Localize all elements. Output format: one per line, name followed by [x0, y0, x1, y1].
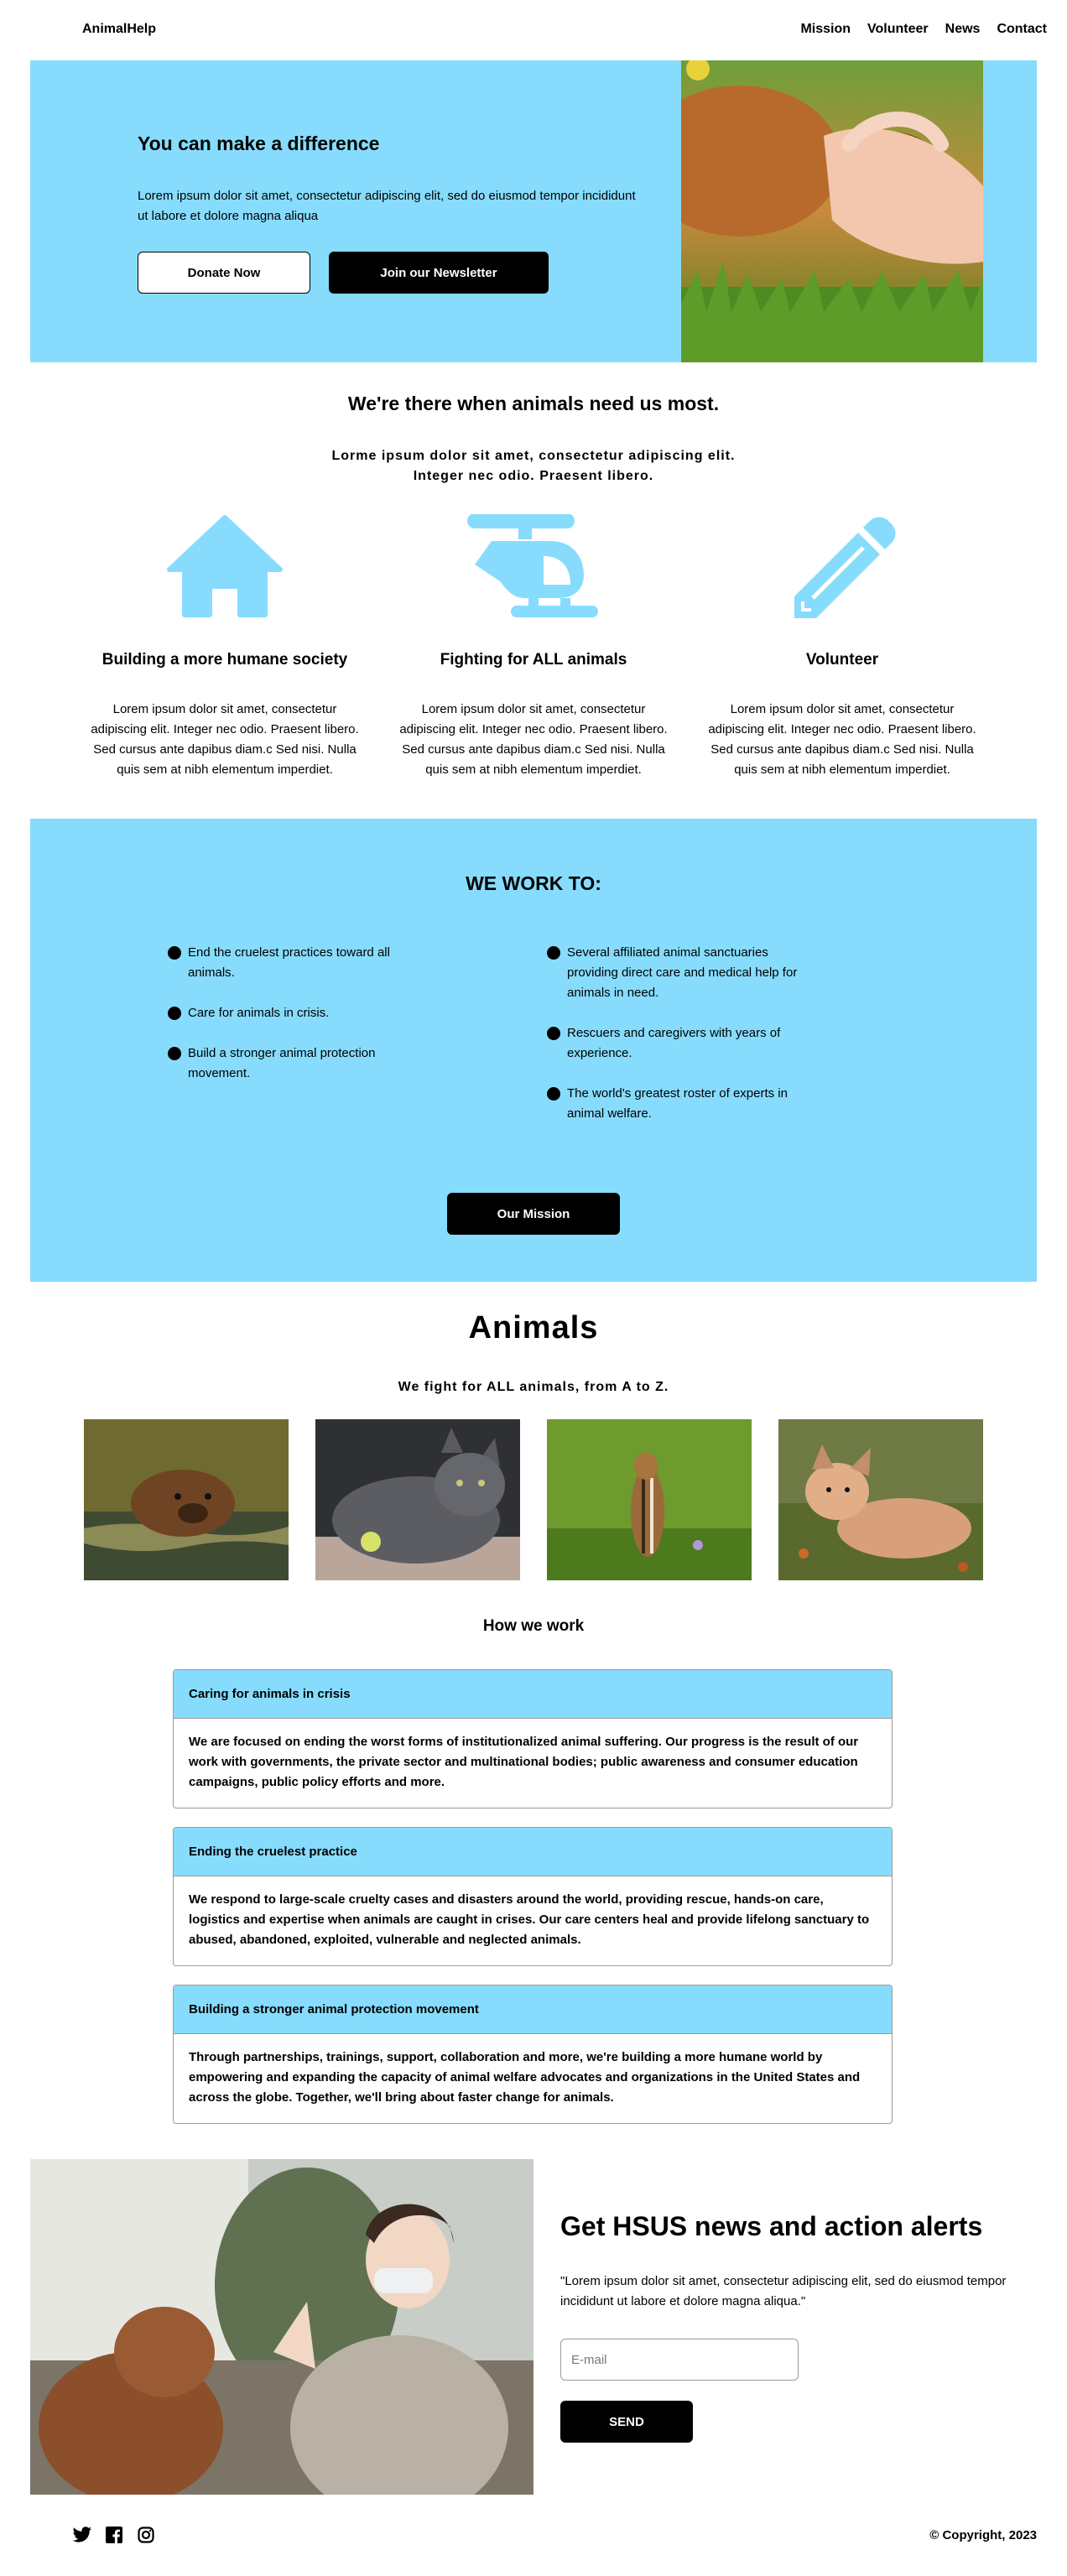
nav-link-mission[interactable]: Mission — [800, 22, 851, 37]
newsletter-button[interactable]: Join our Newsletter — [329, 252, 549, 294]
dog-photo[interactable] — [778, 1419, 983, 1580]
house-icon — [82, 512, 367, 621]
copyright-text: © Copyright, 2023 — [929, 2528, 1037, 2542]
feature-card-volunteer: Volunteer Lorem ipsum dolor sit amet, co… — [700, 512, 985, 780]
we-work-to-section: WE WORK TO: End the cruelest practices t… — [30, 819, 1037, 1282]
bullet-icon — [547, 1027, 560, 1040]
work-list-left: End the cruelest practices toward all an… — [168, 943, 419, 1104]
hero-title: You can make a difference — [138, 133, 380, 154]
feature-card-humane-society: Building a more humane society Lorem ips… — [82, 512, 367, 780]
hero-image-hand-and-paw — [681, 60, 983, 362]
how-we-work-title: How we work — [482, 1617, 585, 1635]
logo[interactable]: AnimalHelp — [82, 22, 156, 37]
helicopter-icon — [391, 512, 676, 621]
accordion-header[interactable]: Building a stronger animal protection mo… — [174, 1985, 892, 2034]
pencil-icon — [700, 512, 985, 621]
instagram-icon[interactable] — [136, 2525, 156, 2545]
chipmunk-photo[interactable] — [547, 1419, 752, 1580]
facebook-icon[interactable] — [104, 2525, 124, 2545]
nav-links: Mission Volunteer News Contact — [800, 22, 1047, 37]
bullet-icon — [168, 1007, 181, 1020]
list-item: Care for animals in crisis. — [168, 1003, 419, 1023]
bullet-icon — [547, 1087, 560, 1101]
accordion-body: Through partnerships, trainings, support… — [189, 2050, 861, 2105]
email-field[interactable] — [560, 2339, 799, 2381]
accordion-item: Caring for animals in crisis We are focu… — [173, 1669, 893, 1808]
feature-text: Lorem ipsum dolor sit amet, consectetur … — [399, 702, 668, 777]
our-mission-button[interactable]: Our Mission — [447, 1193, 620, 1235]
accordion-body: We respond to large-scale cruelty cases … — [189, 1892, 870, 1947]
list-item: Build a stronger animal protection movem… — [168, 1043, 419, 1084]
beaver-photo[interactable] — [84, 1419, 289, 1580]
intro-title: We're there when animals need us most. — [347, 393, 720, 414]
bullet-icon — [168, 1047, 181, 1060]
intro-subtitle-line2: Integer nec odio. Praesent libero. — [413, 469, 654, 483]
accordion-item: Ending the cruelest practice We respond … — [173, 1827, 893, 1966]
news-title: Get HSUS news and action alerts — [560, 2211, 983, 2241]
hero-banner: You can make a difference Lorem ipsum do… — [30, 60, 1037, 362]
accordion-header[interactable]: Ending the cruelest practice — [174, 1828, 892, 1876]
feature-card-fighting-for-animals: Fighting for ALL animals Lorem ipsum dol… — [391, 512, 676, 780]
accordion-body: We are focused on ending the worst forms… — [189, 1735, 859, 1789]
feature-text: Lorem ipsum dolor sit amet, consectetur … — [91, 702, 359, 777]
bullet-icon — [547, 946, 560, 960]
work-list-right: Several affiliated animal sanctuaries pr… — [547, 943, 799, 1144]
nav-link-news[interactable]: News — [945, 22, 981, 37]
bullet-icon — [168, 946, 181, 960]
nav-link-contact[interactable]: Contact — [997, 22, 1047, 37]
feature-title: Building a more humane society — [101, 651, 348, 669]
twitter-icon[interactable] — [72, 2525, 92, 2545]
feature-title: Volunteer — [805, 651, 879, 669]
send-button[interactable]: SEND — [560, 2401, 693, 2443]
accordion-header[interactable]: Caring for animals in crisis — [174, 1670, 892, 1719]
intro-subtitle-line1: Lorme ipsum dolor sit amet, consectetur … — [331, 449, 736, 463]
donate-button[interactable]: Donate Now — [138, 252, 310, 294]
feature-title: Fighting for ALL animals — [440, 651, 627, 669]
work-title: WE WORK TO: — [466, 872, 601, 894]
animals-subtitle: We fight for ALL animals, from A to Z. — [398, 1380, 669, 1394]
social-links — [72, 2525, 156, 2545]
list-item: The world's greatest roster of experts i… — [547, 1084, 799, 1124]
list-item: Several affiliated animal sanctuaries pr… — [547, 943, 799, 1003]
hero-text: Lorem ipsum dolor sit amet, consectetur … — [138, 189, 636, 223]
cat-photo[interactable] — [315, 1419, 520, 1580]
feature-text: Lorem ipsum dolor sit amet, consectetur … — [708, 702, 976, 777]
animals-title: Animals — [468, 1310, 599, 1345]
top-navbar: AnimalHelp Mission Volunteer News Contac… — [0, 0, 1067, 60]
accordion-item: Building a stronger animal protection mo… — [173, 1985, 893, 2124]
woman-and-dog-photo — [30, 2159, 534, 2495]
list-item: Rescuers and caregivers with years of ex… — [547, 1023, 799, 1064]
list-item: End the cruelest practices toward all an… — [168, 943, 419, 983]
news-text: "Lorem ipsum dolor sit amet, consectetur… — [560, 2274, 1007, 2308]
nav-link-volunteer[interactable]: Volunteer — [867, 22, 929, 37]
